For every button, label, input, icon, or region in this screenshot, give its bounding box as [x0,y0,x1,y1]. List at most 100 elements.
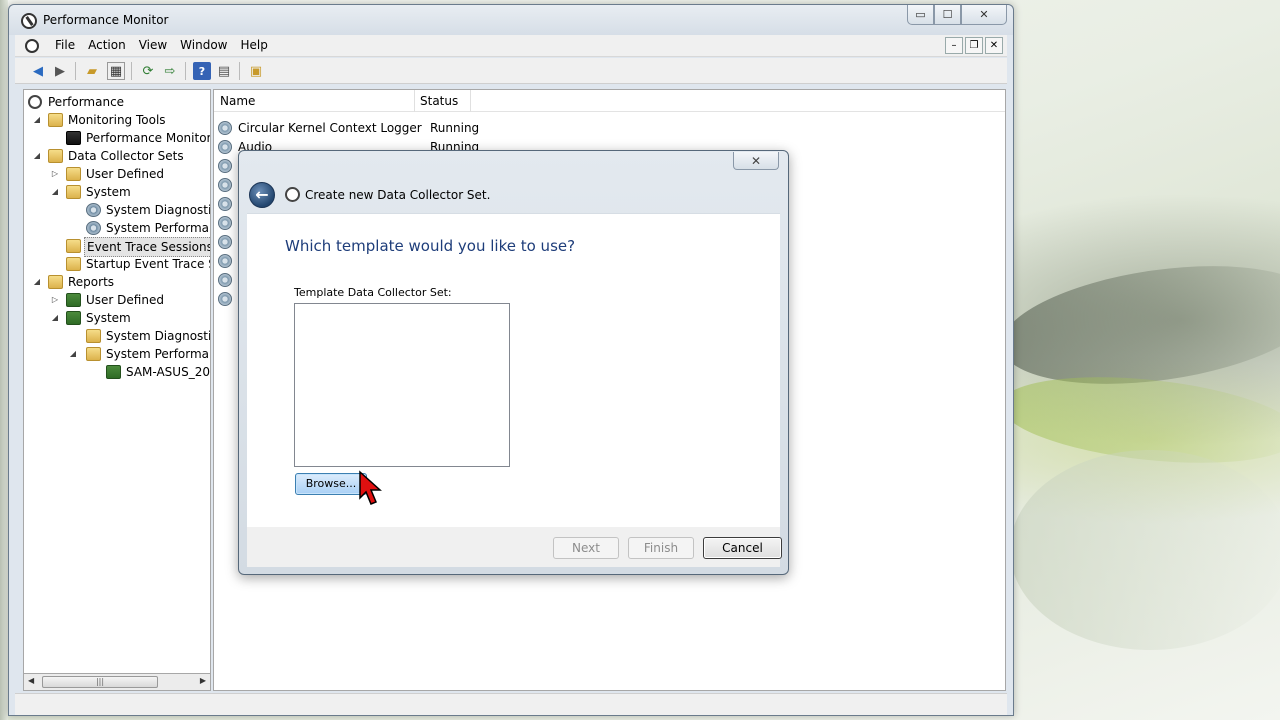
gear-icon [86,203,101,217]
tree-item-label: User Defined [86,293,164,307]
report-icon [66,311,81,325]
trace-session-icon [218,254,232,268]
trace-session-icon [218,216,232,230]
caption-buttons: ▭ ☐ ✕ [907,5,1007,27]
scroll-left-icon[interactable]: ◀ [28,676,34,685]
template-list[interactable] [294,303,510,467]
monitor-icon [66,131,81,145]
tree-item-label: User Defined [86,167,164,181]
desktop-edge [0,0,8,720]
trace-session-icon [218,273,232,287]
expander-icon[interactable]: ◢ [32,111,42,129]
mmc-icon[interactable] [25,39,39,53]
cancel-button[interactable]: Cancel [703,537,782,559]
folder-icon [66,167,81,181]
folder-icon [86,347,101,361]
show-hide-tree-icon[interactable]: ▦ [107,62,125,80]
trace-session-icon [218,121,232,135]
properties-icon[interactable]: ▤ [215,62,233,80]
dialog-close-button[interactable]: ✕ [733,152,779,170]
tree-item-label: Event Trace Sessions [84,237,210,257]
row-name: Circular Kernel Context Logger [238,121,422,135]
performance-monitor-icon [285,187,300,202]
folder-icon [48,149,63,163]
help-icon[interactable]: ? [193,62,211,80]
folder-up-icon[interactable]: ▰ [83,62,101,80]
column-header-name[interactable]: Name [220,94,255,108]
folder-icon [66,257,81,271]
dialog-heading: Which template would you like to use? [285,237,576,255]
menu-window[interactable]: Window [180,38,236,52]
expander-icon[interactable]: ▷ [50,165,60,183]
expander-icon[interactable]: ◢ [32,147,42,165]
tree-item-label: System [86,311,131,325]
dialog-title: Create new Data Collector Set. [305,188,491,202]
tree-item-label: Reports [68,275,115,289]
mdi-restore-button[interactable]: ❐ [965,37,983,54]
desktop-swoosh [1010,450,1280,650]
folder-icon [48,113,63,127]
browse-button[interactable]: Browse... [295,473,367,495]
toolbar-separator [131,62,132,80]
folder-icon [86,329,101,343]
menu-items: File Action View Window Help [55,38,281,52]
folder-icon [66,239,81,253]
mouse-cursor-icon [359,470,382,505]
folder-icon [48,275,63,289]
back-arrow-icon[interactable]: ◀ [29,62,47,80]
menu-bar: File Action View Window Help – ❐ ✕ [15,35,1007,57]
toolbar: ◀ ▶ ▰ ▦ ⟳ ⇨ ? ▤ ▣ [15,58,1007,84]
tree-item-label: System Performanc [106,347,210,361]
trace-session-icon [218,197,232,211]
dialog-footer: Next Finish Cancel [247,527,782,567]
template-list-label: Template Data Collector Set: [294,286,452,299]
toolbar-separator [75,62,76,80]
tree-item-label: Startup Event Trace Ses [86,257,210,271]
expander-icon[interactable]: ◢ [68,345,78,363]
next-button[interactable]: Next [553,537,619,559]
tree-item-label: Data Collector Sets [68,149,184,163]
minimize-button[interactable]: ▭ [907,5,934,25]
scroll-right-icon[interactable]: ▶ [200,676,206,685]
expander-icon[interactable]: ▷ [50,291,60,309]
tree-item-label: Performance Monitor [86,131,211,145]
menu-action[interactable]: Action [88,38,135,52]
mdi-buttons: – ❐ ✕ [945,37,1003,54]
row-status: Running [430,121,480,135]
status-bar [15,693,1007,715]
tree-item-label: System [86,185,131,199]
tree-item-label: Performance [48,95,125,109]
trace-session-icon [218,235,232,249]
finish-button[interactable]: Finish [628,537,694,559]
scroll-thumb[interactable]: ||| [42,676,158,688]
mdi-close-button[interactable]: ✕ [985,37,1003,54]
perf-icon [28,95,42,109]
expander-icon[interactable]: ◢ [32,273,42,291]
column-divider[interactable] [414,90,415,112]
close-button[interactable]: ✕ [961,5,1007,25]
mdi-minimize-button[interactable]: – [945,37,963,54]
menu-help[interactable]: Help [241,38,277,52]
back-button[interactable]: ← [249,182,275,208]
title-bar[interactable]: Performance Monitor ▭ ☐ ✕ [9,5,1013,35]
tree-horizontal-scrollbar[interactable]: ◀ ||| ▶ [23,673,211,691]
menu-view[interactable]: View [139,38,176,52]
refresh-icon[interactable]: ⟳ [139,62,157,80]
performance-monitor-icon[interactable] [21,13,37,29]
forward-arrow-icon[interactable]: ▶ [51,62,69,80]
column-header-status[interactable]: Status [420,94,458,108]
menu-file[interactable]: File [55,38,84,52]
tree-pane[interactable]: Performance ◢ Monitoring Tools Performan… [23,89,211,691]
create-data-collector-set-dialog: ✕ ← Create new Data Collector Set. Which… [238,150,789,575]
tree-item-label: System Performanc [106,221,210,235]
trace-session-icon [218,140,232,154]
column-divider[interactable] [470,90,471,112]
expander-icon[interactable]: ◢ [50,183,60,201]
folder-icon [66,185,81,199]
expander-icon[interactable]: ◢ [50,309,60,327]
maximize-button[interactable]: ☐ [934,5,961,25]
tree-item-label: Monitoring Tools [68,113,166,127]
export-icon[interactable]: ⇨ [161,62,179,80]
new-window-icon[interactable]: ▣ [247,62,265,80]
window-title: Performance Monitor [43,13,169,27]
